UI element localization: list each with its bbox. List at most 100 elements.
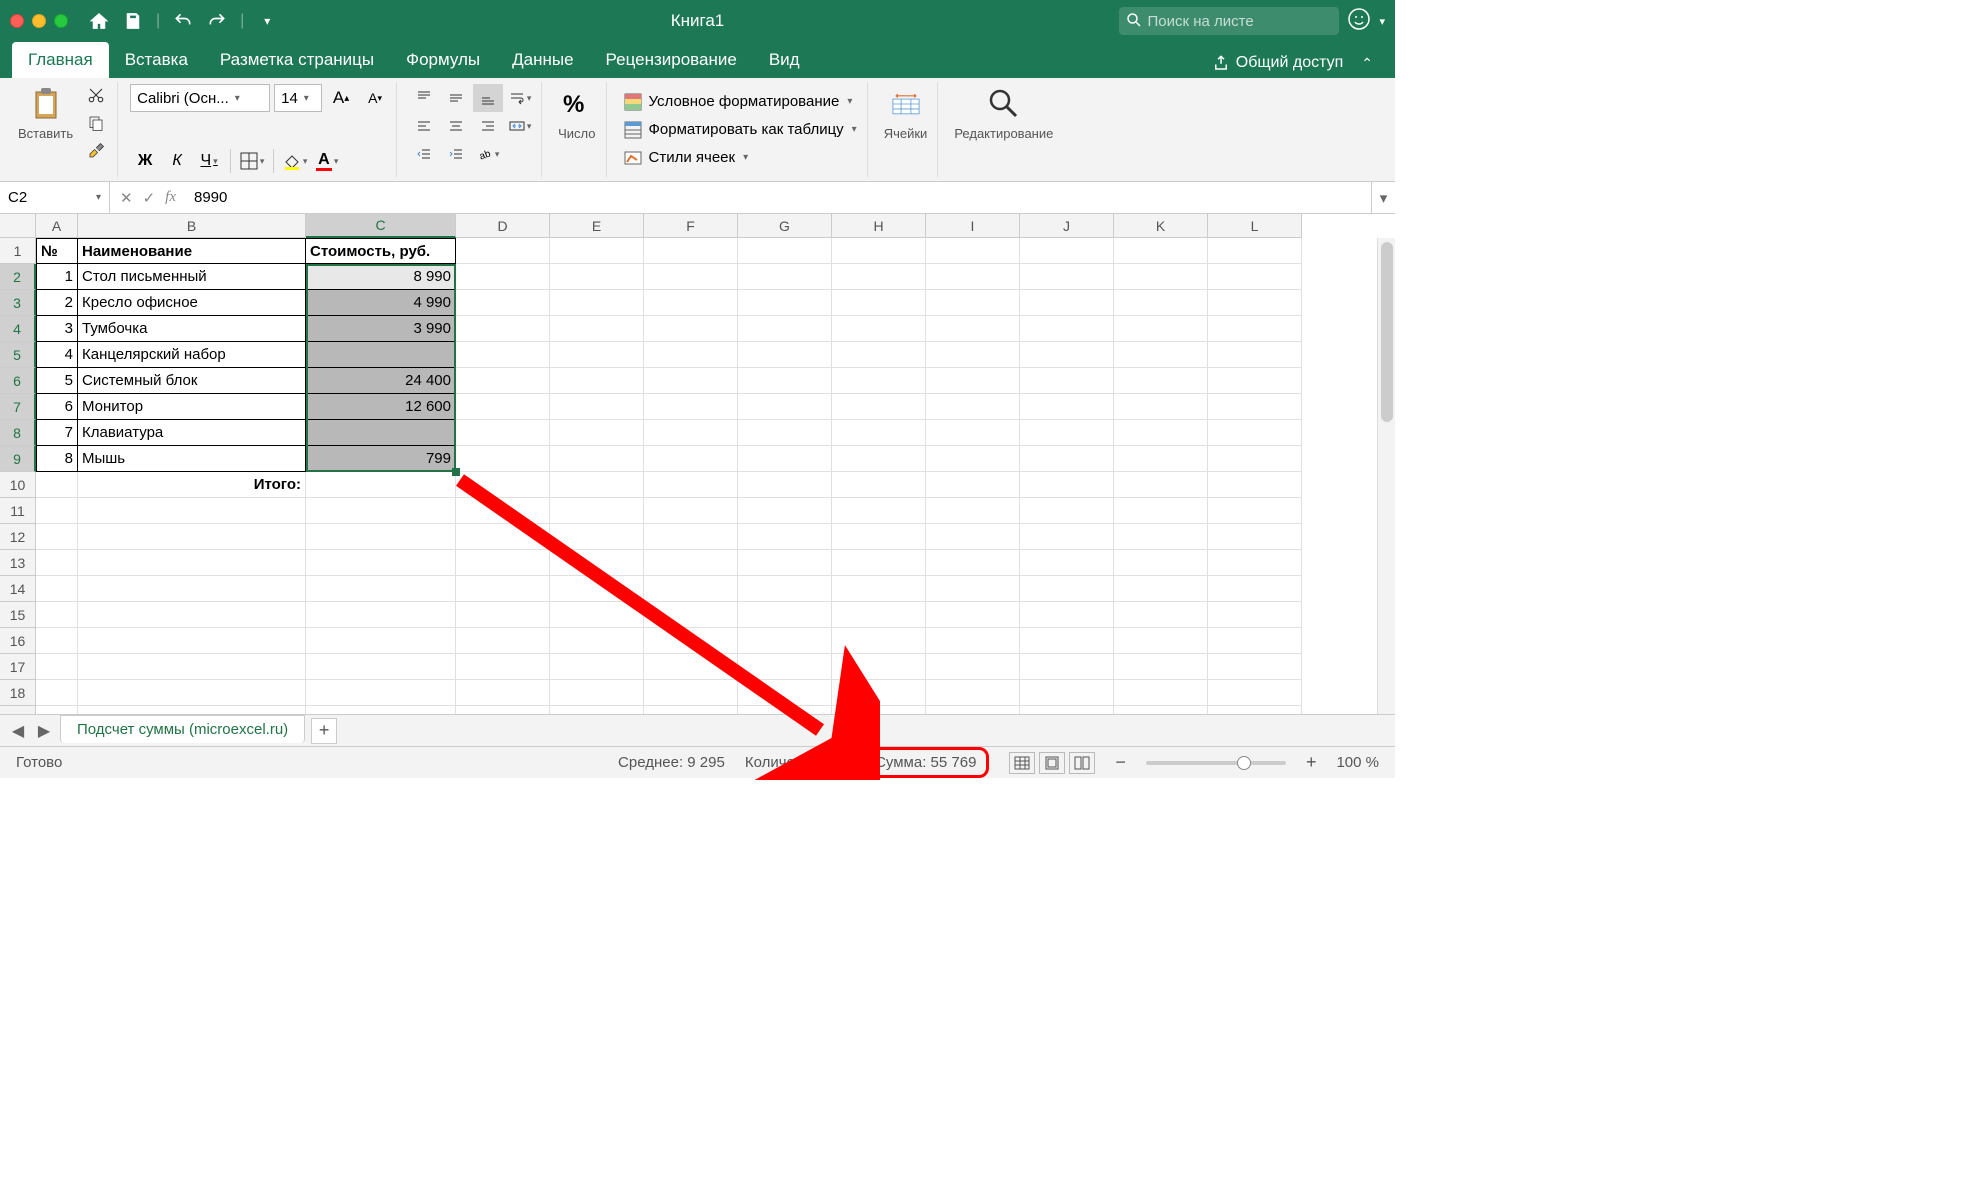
cell[interactable]	[306, 628, 456, 654]
cell-styles-button[interactable]: Стили ячеек	[619, 146, 861, 170]
align-top-button[interactable]	[409, 84, 439, 112]
undo-icon[interactable]	[172, 10, 194, 32]
cell[interactable]	[456, 654, 550, 680]
cell[interactable]	[926, 654, 1020, 680]
cell[interactable]	[644, 368, 738, 394]
share-button[interactable]: Общий доступ ⌃	[1202, 48, 1383, 78]
cell[interactable]	[1114, 576, 1208, 602]
cell[interactable]	[456, 394, 550, 420]
cell[interactable]	[1020, 290, 1114, 316]
column-header[interactable]: A	[36, 214, 78, 238]
cell[interactable]	[1020, 628, 1114, 654]
cell[interactable]	[36, 550, 78, 576]
align-left-button[interactable]	[409, 112, 439, 140]
cell[interactable]	[738, 654, 832, 680]
cell[interactable]	[738, 290, 832, 316]
cell[interactable]	[550, 316, 644, 342]
user-smiley-icon[interactable]	[1347, 7, 1371, 36]
cell[interactable]	[644, 524, 738, 550]
cell[interactable]: 5	[36, 368, 78, 394]
cell[interactable]	[644, 290, 738, 316]
home-icon[interactable]	[88, 10, 110, 32]
cell[interactable]	[78, 706, 306, 714]
row-headers[interactable]: 12345678910111213141516171819	[0, 238, 36, 714]
cell[interactable]	[1208, 654, 1302, 680]
column-header[interactable]: I	[926, 214, 1020, 238]
normal-view-button[interactable]	[1009, 752, 1035, 774]
cell[interactable]	[456, 342, 550, 368]
row-header[interactable]: 13	[0, 550, 36, 576]
expand-formula-bar-button[interactable]: ▾	[1371, 182, 1395, 213]
add-sheet-button[interactable]: +	[311, 718, 337, 744]
cell[interactable]: Кресло офисное	[78, 290, 306, 316]
select-all-corner[interactable]	[0, 214, 36, 238]
cell[interactable]	[1208, 576, 1302, 602]
sheet-nav-prev-button[interactable]: ◀	[8, 721, 28, 741]
cell[interactable]	[832, 576, 926, 602]
copy-button[interactable]	[85, 112, 107, 134]
cell[interactable]	[36, 706, 78, 714]
cell[interactable]	[644, 472, 738, 498]
cell[interactable]: 2	[36, 290, 78, 316]
row-header[interactable]: 15	[0, 602, 36, 628]
cell[interactable]: Канцелярский набор	[78, 342, 306, 368]
cells-area[interactable]: №НаименованиеСтоимость, руб.1Стол письме…	[36, 238, 1302, 714]
cell[interactable]	[36, 602, 78, 628]
cell[interactable]	[926, 264, 1020, 290]
cell[interactable]	[738, 706, 832, 714]
cell[interactable]	[1208, 602, 1302, 628]
tab-view[interactable]: Вид	[753, 42, 816, 78]
cell[interactable]	[1020, 342, 1114, 368]
cell[interactable]	[550, 446, 644, 472]
column-header[interactable]: L	[1208, 214, 1302, 238]
cell[interactable]	[550, 368, 644, 394]
cell[interactable]	[306, 472, 456, 498]
tab-data[interactable]: Данные	[496, 42, 589, 78]
cell[interactable]	[456, 628, 550, 654]
cell[interactable]	[306, 420, 456, 446]
cell[interactable]	[550, 394, 644, 420]
editing-button[interactable]: Редактирование	[950, 84, 1057, 143]
borders-button[interactable]	[237, 147, 267, 175]
cell[interactable]	[1114, 290, 1208, 316]
cell[interactable]	[1208, 628, 1302, 654]
cell[interactable]	[36, 498, 78, 524]
cell[interactable]	[78, 680, 306, 706]
cell[interactable]: 7	[36, 420, 78, 446]
align-middle-button[interactable]	[441, 84, 471, 112]
cell[interactable]: 8	[36, 446, 78, 472]
cell[interactable]	[926, 498, 1020, 524]
cell[interactable]	[550, 680, 644, 706]
cell[interactable]	[456, 446, 550, 472]
cell[interactable]	[456, 498, 550, 524]
underline-button[interactable]: Ч	[194, 147, 224, 175]
cell[interactable]	[738, 342, 832, 368]
cell[interactable]	[1114, 368, 1208, 394]
cell[interactable]	[738, 524, 832, 550]
cell[interactable]	[644, 238, 738, 264]
cell[interactable]	[1114, 394, 1208, 420]
cell[interactable]	[1020, 654, 1114, 680]
cell[interactable]	[550, 576, 644, 602]
cell[interactable]	[1114, 628, 1208, 654]
row-header[interactable]: 18	[0, 680, 36, 706]
cell[interactable]	[1020, 472, 1114, 498]
cell[interactable]	[456, 238, 550, 264]
cell[interactable]	[832, 524, 926, 550]
cell[interactable]	[550, 706, 644, 714]
cell[interactable]	[926, 628, 1020, 654]
cell[interactable]	[644, 550, 738, 576]
cell[interactable]	[644, 394, 738, 420]
font-name-combo[interactable]: Calibri (Осн...▾	[130, 84, 270, 112]
cell[interactable]	[832, 342, 926, 368]
increase-indent-button[interactable]	[441, 140, 471, 168]
close-window-button[interactable]	[10, 14, 24, 28]
cell[interactable]	[1208, 290, 1302, 316]
search-input[interactable]	[1119, 7, 1339, 35]
cell[interactable]	[550, 524, 644, 550]
cell[interactable]	[456, 524, 550, 550]
row-header[interactable]: 19	[0, 706, 36, 714]
cell[interactable]	[456, 680, 550, 706]
cell[interactable]	[456, 472, 550, 498]
cell[interactable]	[644, 420, 738, 446]
